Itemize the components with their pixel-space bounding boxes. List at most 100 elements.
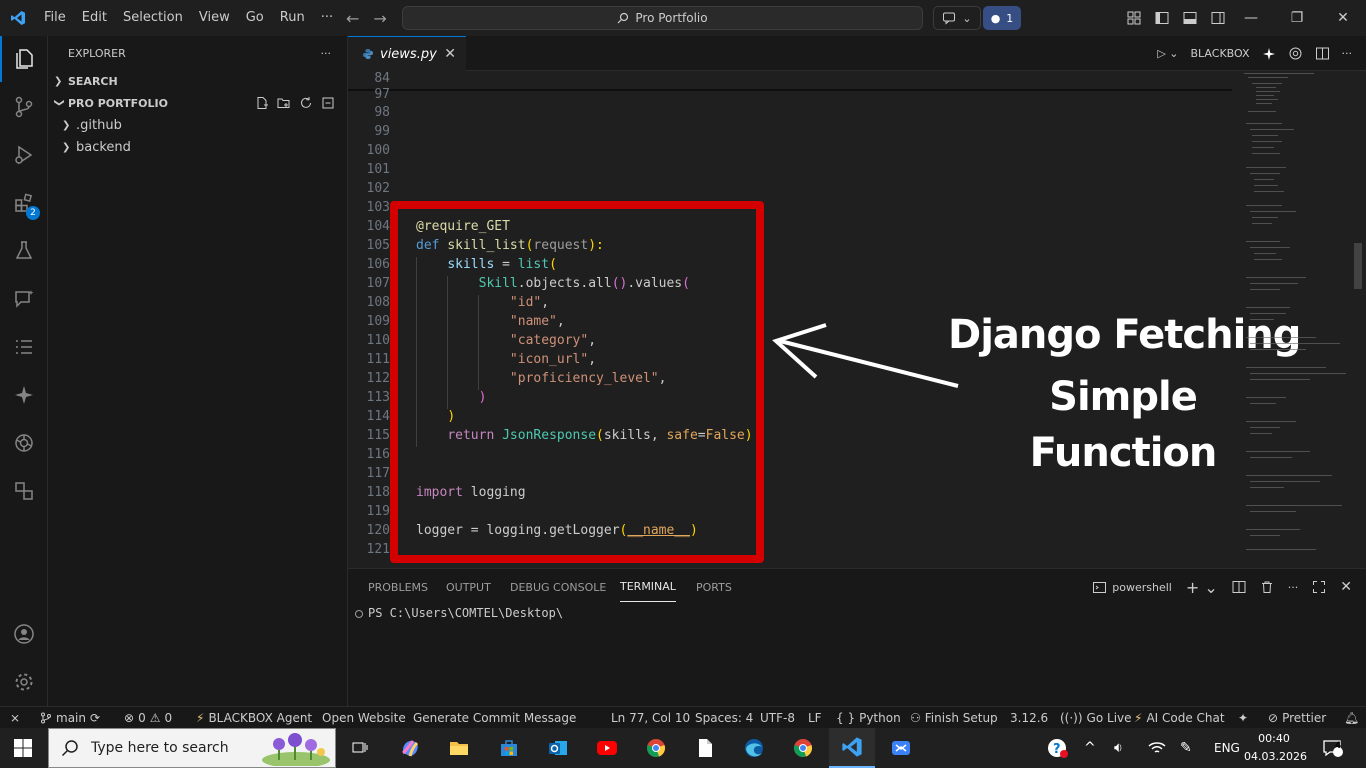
- accounts-activity[interactable]: [0, 611, 48, 657]
- copilot-chat-button[interactable]: ⌄: [933, 6, 981, 30]
- menu-more[interactable]: ···: [313, 0, 341, 36]
- ai-code-chat-status[interactable]: ⚡ AI Code Chat: [1134, 707, 1225, 729]
- taskbar-clock[interactable]: 00:40 04.03.2026: [1244, 730, 1307, 766]
- run-debug-activity[interactable]: [0, 132, 48, 178]
- chrome-profile-button[interactable]: [780, 728, 826, 768]
- accounts-notification-pill[interactable]: ● 1: [983, 6, 1021, 30]
- branch-indicator[interactable]: main ⟳: [40, 707, 100, 729]
- help-tray[interactable]: ?: [1046, 728, 1068, 768]
- notification-center[interactable]: 4: [1322, 728, 1344, 768]
- trash-icon[interactable]: [1260, 580, 1274, 594]
- new-folder-icon[interactable]: [277, 96, 291, 110]
- app-taskbar-button[interactable]: [878, 728, 924, 768]
- editor-scrollbar[interactable]: [1350, 71, 1364, 568]
- remote-indicator[interactable]: ⨯: [10, 707, 20, 729]
- youtube-button[interactable]: [584, 728, 630, 768]
- terminal-prompt[interactable]: PS C:\Users\COMTEL\Desktop\: [368, 606, 563, 620]
- more-panel-actions-icon[interactable]: ···: [1288, 581, 1299, 594]
- explorer-activity[interactable]: [0, 36, 48, 82]
- menu-selection[interactable]: Selection: [115, 0, 191, 36]
- blackbox-agent-status[interactable]: ⚡ BLACKBOX Agent: [196, 707, 312, 729]
- toggle-panel-icon[interactable]: [1182, 10, 1198, 26]
- openai-icon[interactable]: [1288, 46, 1303, 61]
- toggle-secondary-sidebar-icon[interactable]: [1210, 10, 1226, 26]
- file-button[interactable]: [682, 728, 728, 768]
- new-file-icon[interactable]: [255, 96, 269, 110]
- tree-item-backend[interactable]: ❯ backend: [48, 136, 347, 158]
- remote-explorer-activity[interactable]: [0, 468, 48, 514]
- pen-tray[interactable]: ✎: [1180, 728, 1192, 768]
- menu-file[interactable]: File: [36, 0, 74, 36]
- manage-activity[interactable]: [0, 659, 48, 705]
- tab-output[interactable]: OUTPUT: [446, 569, 491, 605]
- file-explorer-button[interactable]: [436, 728, 482, 768]
- code-editor[interactable]: 84 97 98 99 100 101 102 103 104 105 106 …: [348, 71, 1366, 568]
- task-list-activity[interactable]: [0, 324, 48, 370]
- language-tray[interactable]: ENG: [1214, 728, 1240, 768]
- eol-status[interactable]: LF: [808, 707, 822, 729]
- menu-view[interactable]: View: [191, 0, 238, 36]
- menu-go[interactable]: Go: [238, 0, 272, 36]
- network-tray[interactable]: [1148, 728, 1166, 768]
- minimize-icon[interactable]: —: [1228, 0, 1274, 36]
- forward-arrow-icon[interactable]: →: [373, 9, 386, 28]
- notifications-status[interactable]: 🔔︎: [1344, 707, 1359, 729]
- maximize-panel-icon[interactable]: [1312, 580, 1326, 594]
- indentation-status[interactable]: Spaces: 4: [695, 707, 753, 729]
- source-control-activity[interactable]: [0, 84, 48, 130]
- store-button[interactable]: [486, 728, 532, 768]
- tab-ports[interactable]: PORTS: [696, 569, 732, 605]
- close-window-icon[interactable]: ✕: [1320, 0, 1366, 36]
- ai-sparkle-activity[interactable]: [0, 372, 48, 418]
- testing-activity[interactable]: [0, 228, 48, 274]
- run-file-icon[interactable]: ▷ ⌄: [1157, 47, 1178, 60]
- scrollbar-thumb[interactable]: [1354, 243, 1362, 289]
- sparkle-status[interactable]: ✦: [1238, 707, 1248, 729]
- prettier-status[interactable]: ⊘ Prettier: [1268, 707, 1326, 729]
- project-section[interactable]: ❯ PRO PORTFOLIO: [48, 92, 347, 114]
- back-arrow-icon[interactable]: ←: [346, 9, 359, 28]
- restore-icon[interactable]: ❐: [1274, 0, 1320, 36]
- outlook-button[interactable]: [535, 728, 581, 768]
- command-center-search[interactable]: Pro Portfolio: [402, 6, 923, 30]
- menu-edit[interactable]: Edit: [74, 0, 115, 36]
- task-view-button[interactable]: [337, 728, 383, 768]
- terminal-shell-selector[interactable]: powershell: [1093, 581, 1172, 594]
- taskbar-search[interactable]: Type here to search: [48, 728, 336, 768]
- show-hidden-icons[interactable]: ^: [1084, 728, 1096, 768]
- generate-commit-status[interactable]: Generate Commit Message: [413, 707, 576, 729]
- refresh-icon[interactable]: [299, 96, 313, 110]
- tab-terminal[interactable]: TERMINAL: [620, 572, 676, 602]
- start-button[interactable]: [0, 728, 46, 768]
- copilot-taskbar-button[interactable]: [387, 728, 433, 768]
- blackbox-label[interactable]: BLACKBOX: [1191, 47, 1250, 60]
- toggle-sidebar-icon[interactable]: [1154, 10, 1170, 26]
- sparkle-icon[interactable]: [1262, 47, 1276, 61]
- problems-indicator[interactable]: ⊗ 0 ⚠ 0: [124, 707, 172, 729]
- finish-setup-status[interactable]: ⚇ Finish Setup: [910, 707, 998, 729]
- volume-tray[interactable]: 🔉︎: [1114, 728, 1123, 768]
- new-terminal-icon[interactable]: + ⌄: [1186, 578, 1218, 597]
- openai-activity[interactable]: [0, 420, 48, 466]
- chrome-button[interactable]: [633, 728, 679, 768]
- tree-item-github[interactable]: ❯ .github: [48, 114, 347, 136]
- extensions-activity[interactable]: 2: [0, 180, 48, 226]
- cursor-position[interactable]: Ln 77, Col 10: [611, 707, 690, 729]
- encoding-status[interactable]: UTF-8: [760, 707, 795, 729]
- collapse-all-icon[interactable]: [321, 96, 335, 110]
- chat-activity[interactable]: [0, 276, 48, 322]
- tab-problems[interactable]: PROBLEMS: [368, 569, 428, 605]
- minimap[interactable]: [1238, 71, 1350, 568]
- more-actions-icon[interactable]: ···: [1342, 47, 1353, 60]
- split-terminal-icon[interactable]: [1232, 580, 1246, 594]
- python-version-status[interactable]: 3.12.6: [1010, 707, 1048, 729]
- language-status[interactable]: { } Python: [836, 707, 901, 729]
- tab-debug-console[interactable]: DEBUG CONSOLE: [510, 569, 606, 605]
- go-live-status[interactable]: ((·)) Go Live: [1060, 707, 1132, 729]
- search-section[interactable]: ❯ SEARCH: [48, 70, 347, 92]
- vscode-taskbar-button[interactable]: [829, 728, 875, 768]
- split-editor-icon[interactable]: [1315, 46, 1330, 61]
- menu-run[interactable]: Run: [272, 0, 313, 36]
- tab-views-py[interactable]: views.py ✕: [348, 36, 466, 71]
- close-panel-icon[interactable]: ✕: [1340, 579, 1352, 595]
